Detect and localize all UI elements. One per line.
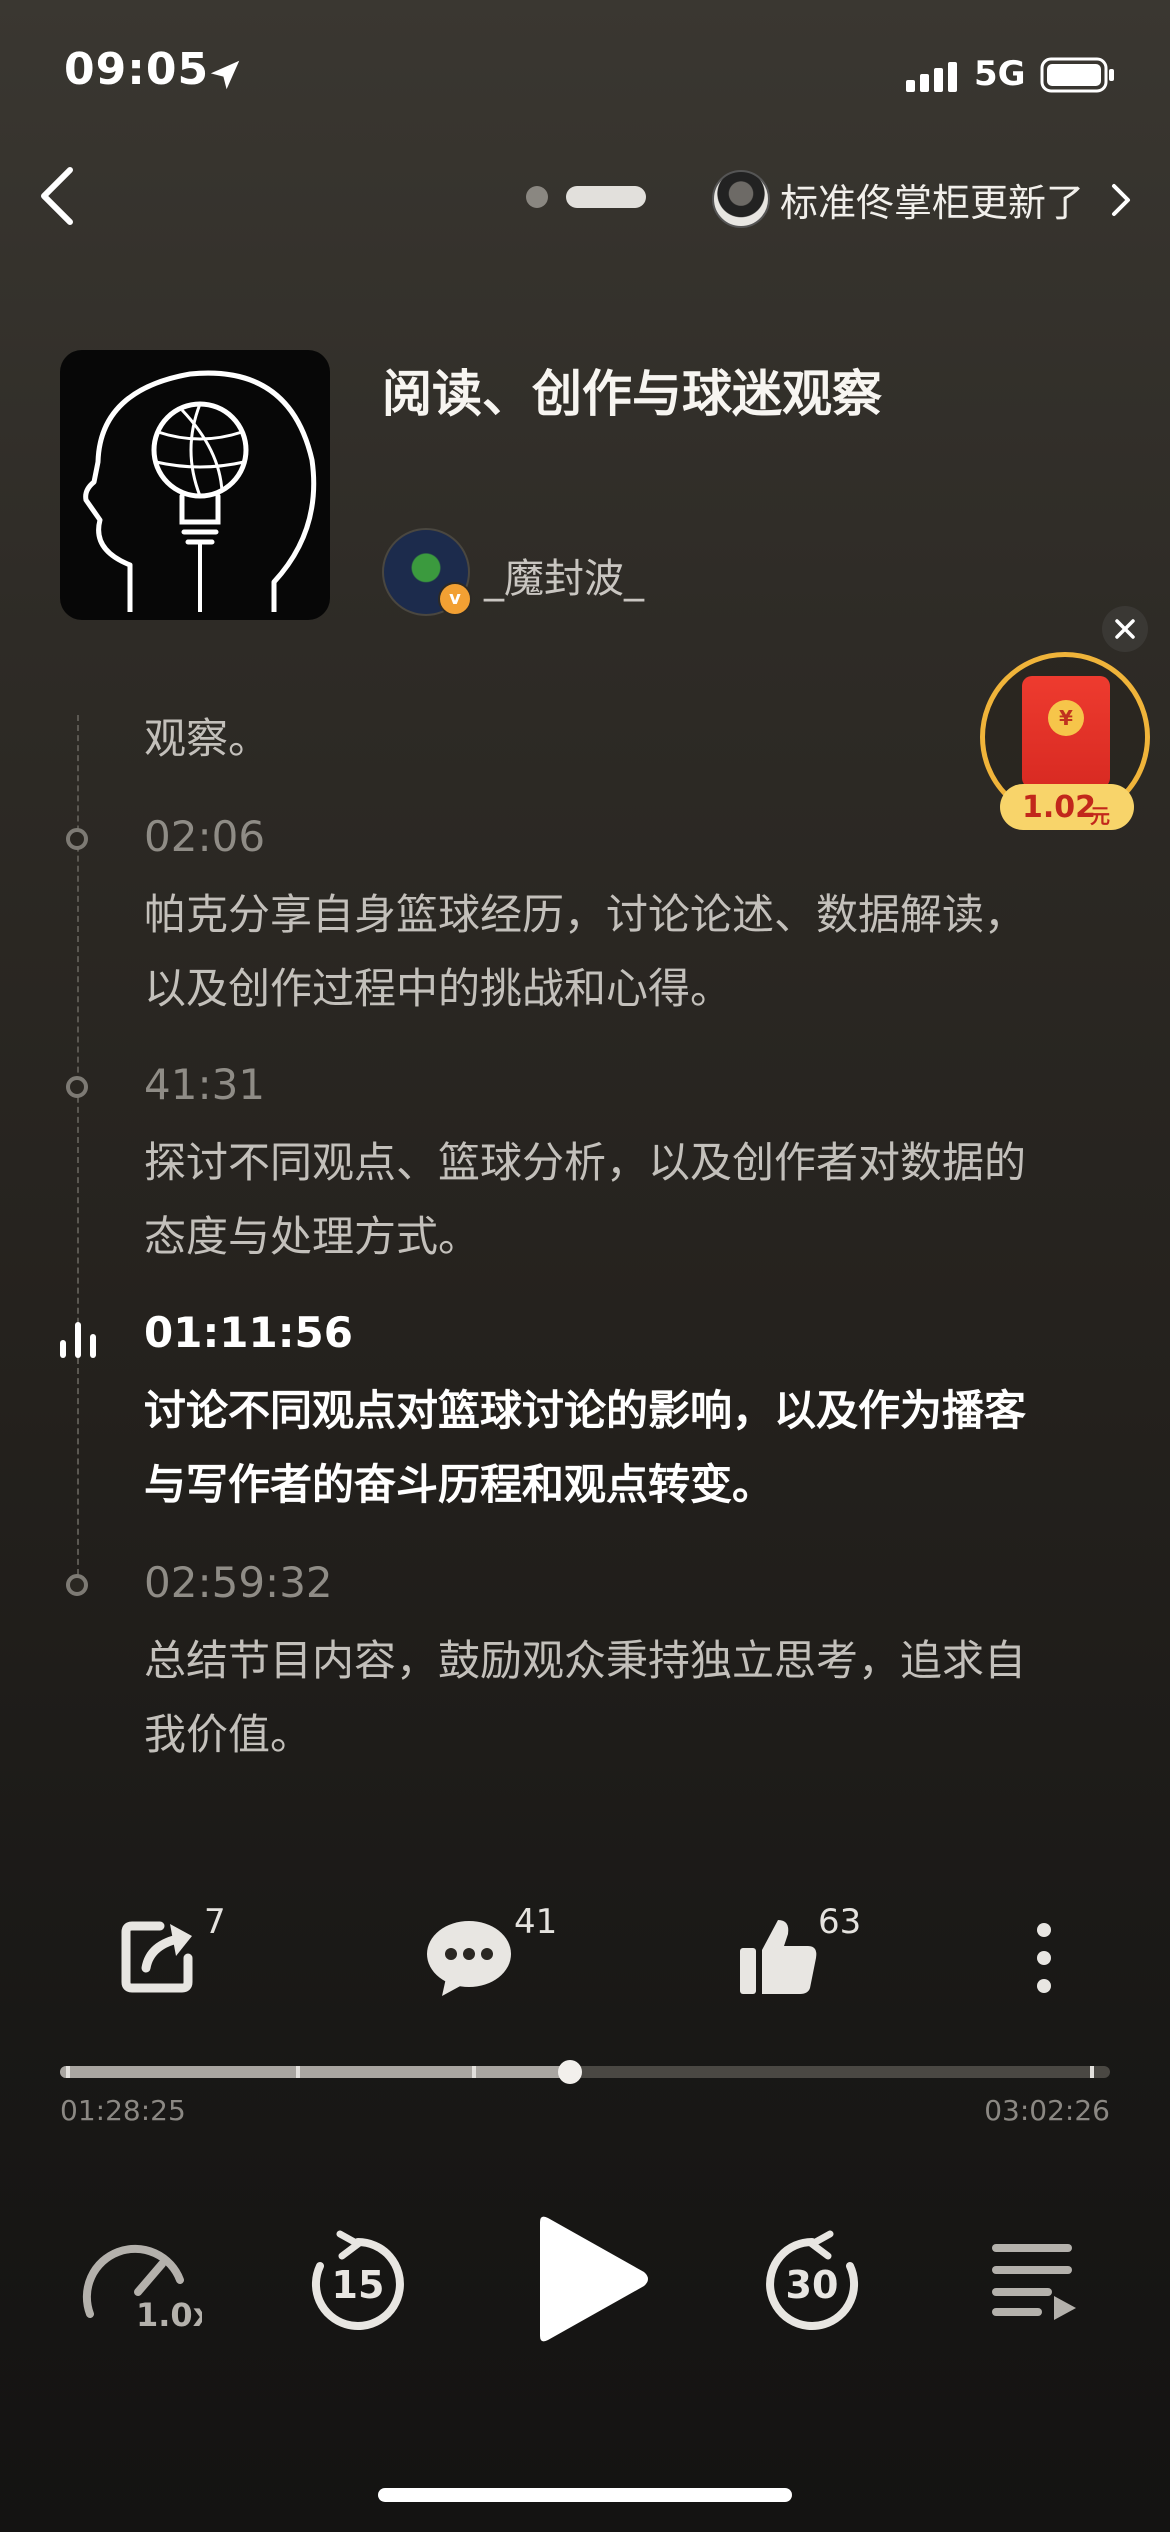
share-icon[interactable] (116, 1914, 200, 1998)
podcast-cover[interactable] (60, 350, 330, 620)
playback-speed-label: 1.0x (136, 2296, 202, 2330)
author-name[interactable]: _魔封波_ (484, 546, 644, 604)
network-type: 5G (974, 54, 1026, 94)
playlist-icon[interactable] (988, 2240, 1078, 2320)
home-indicator[interactable] (378, 2488, 792, 2502)
forward-seconds: 30 (786, 2263, 839, 2307)
location-arrow-icon (210, 60, 240, 90)
battery-icon (1040, 57, 1114, 93)
chapter-dot (66, 1076, 88, 1098)
current-time: 01:28:25 (60, 2094, 186, 2127)
chapter-dot (66, 828, 88, 850)
chapter-marker (1090, 2066, 1094, 2078)
chapter-text[interactable]: 探讨不同观点、篮球分析，以及创作者对数据的态度与处理方式。 (144, 1126, 1064, 1274)
update-avatar[interactable] (712, 170, 770, 228)
page-indicator-dot[interactable] (526, 186, 548, 208)
page-indicator-active[interactable] (566, 186, 646, 208)
red-packet-unit: 元 (1090, 804, 1110, 828)
chapter-text-active[interactable]: 讨论不同观点对篮球讨论的影响，以及作为播客与写作者的奋斗历程和观点转变。 (144, 1374, 1064, 1522)
more-icon[interactable] (1030, 1920, 1058, 1996)
like-icon[interactable] (738, 1914, 818, 1998)
chapter-time-active[interactable]: 01:11:56 (144, 1308, 353, 1357)
podcast-title[interactable]: 阅读、创作与球迷观察 (382, 354, 882, 426)
now-playing-bars-icon (60, 1322, 96, 1358)
chapter-text[interactable]: 观察。 (144, 702, 1064, 776)
share-count: 7 (204, 1902, 226, 1942)
chapter-time[interactable]: 02:06 (144, 812, 265, 861)
verified-badge-icon: v (438, 582, 472, 616)
play-button[interactable] (526, 2212, 652, 2346)
cellular-signal-icon (906, 62, 957, 92)
playback-speed-button[interactable]: 1.0x (76, 2230, 202, 2330)
chapter-dot (66, 1574, 88, 1596)
comment-icon[interactable] (424, 1918, 514, 1998)
chapter-marker (296, 2066, 300, 2078)
chapter-text[interactable]: 帕克分享自身篮球经历，讨论论述、数据解读，以及创作过程中的挑战和心得。 (144, 878, 1064, 1026)
chapter-time[interactable]: 02:59:32 (144, 1558, 333, 1607)
like-count: 63 (818, 1902, 862, 1942)
red-packet-amount: 1.02 (1022, 790, 1097, 825)
status-time: 09:05 (64, 44, 210, 95)
chapter-text[interactable]: 总结节目内容，鼓励观众秉持独立思考，追求自我价值。 (144, 1624, 1064, 1772)
rewind-seconds: 15 (332, 2263, 385, 2307)
forward-30-button[interactable]: 30 (760, 2230, 864, 2334)
chevron-right-icon[interactable] (1110, 182, 1132, 218)
chapter-marker (66, 2066, 70, 2078)
comment-count: 41 (514, 1902, 558, 1942)
progress-fill (60, 2066, 570, 2078)
total-time: 03:02:26 (984, 2094, 1110, 2127)
close-icon[interactable] (1102, 606, 1148, 652)
chapter-time[interactable]: 41:31 (144, 1060, 265, 1109)
update-notice-link[interactable]: 标准佟掌柜更新了 (780, 172, 1084, 227)
head-lightbulb-icon (83, 370, 317, 612)
progress-knob[interactable] (558, 2060, 582, 2084)
chapter-marker (472, 2066, 476, 2078)
rewind-15-button[interactable]: 15 (306, 2230, 410, 2334)
back-chevron-icon[interactable] (36, 164, 80, 228)
